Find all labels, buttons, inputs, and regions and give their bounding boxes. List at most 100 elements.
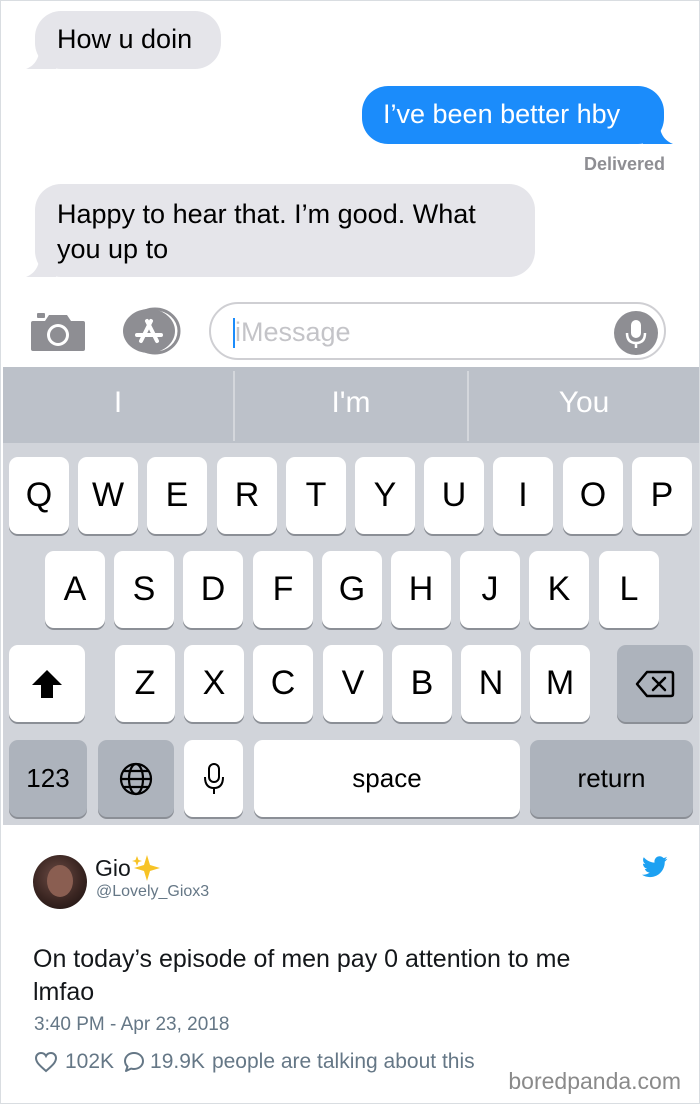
incoming-message: How u doin [26,11,221,69]
user-display-name[interactable]: Gio [95,855,131,882]
key-a[interactable]: A [45,551,105,628]
tweet-stats: 102K 19.9K people are talking about this [34,1047,475,1077]
key-label: C [270,664,296,702]
key-label: V [341,664,365,702]
shift-key[interactable] [9,645,85,722]
suggestion-item[interactable]: You [469,367,699,443]
suggestion-item[interactable]: I'm [235,367,467,443]
like-count: 102K [65,1050,115,1073]
key-label: E [165,476,189,514]
tweet-text-line: lmfao [33,978,95,1006]
key-label: return [577,763,646,793]
comment-icon[interactable] [123,1051,145,1073]
key-s[interactable]: S [114,551,174,628]
key-label: N [478,664,504,702]
space-key[interactable]: space [254,740,520,817]
tweet-text: On today’s episode of men pay 0 attentio… [33,943,673,1009]
key-v[interactable]: V [323,645,383,722]
globe-icon [119,762,153,795]
message-text: I’ve been better hby [383,99,621,129]
globe-key[interactable] [98,740,174,817]
key-label: S [132,570,156,608]
key-label: P [650,476,674,514]
key-b[interactable]: B [392,645,452,722]
key-r[interactable]: R [217,457,277,534]
key-x[interactable]: X [184,645,244,722]
key-label: D [200,570,226,608]
key-label: G [338,570,366,608]
key-label: U [441,476,467,514]
suggestion-bar: I I'm You [3,367,699,443]
key-d[interactable]: D [183,551,243,628]
sparkle-icon [132,855,160,881]
user-handle[interactable]: @Lovely_Giox3 [96,883,209,901]
key-label: X [202,664,226,702]
screenshot-root: How u doin I’ve been better hby Delivere… [0,0,700,1104]
delivery-status: Delivered [583,154,665,174]
avatar[interactable] [33,855,87,909]
watermark: boredpanda.com [506,1068,683,1095]
message-text: How u doin [57,24,193,54]
key-label: Q [25,476,53,514]
key-u[interactable]: U [424,457,484,534]
bubble-tail [26,43,56,69]
key-o[interactable]: O [563,457,623,534]
key-c[interactable]: C [253,645,313,722]
dictation-icon [203,762,224,794]
key-label: I [518,476,528,514]
key-label: W [91,476,125,514]
key-k[interactable]: K [529,551,589,628]
key-n[interactable]: N [461,645,521,722]
key-label: J [481,570,499,608]
return-key[interactable]: return [530,740,693,817]
bubble-tail [26,251,56,277]
comment-count: 19.9K [150,1050,205,1073]
key-q[interactable]: Q [9,457,69,534]
key-label: L [619,570,639,608]
key-label: T [305,476,327,514]
key-y[interactable]: Y [355,457,415,534]
twitter-bird-icon[interactable] [642,856,668,878]
key-label: M [545,664,575,702]
microphone-icon[interactable] [614,311,658,355]
heart-icon[interactable] [34,1051,58,1073]
keyboard: I I'm You 123 space return Q W E R T Y U… [3,367,699,825]
tweet-timestamp[interactable]: 3:40 PM - Apr 23, 2018 [34,1014,229,1036]
key-label: A [63,570,87,608]
outgoing-message: I’ve been better hby [362,86,673,144]
key-p[interactable]: P [632,457,692,534]
key-t[interactable]: T [286,457,346,534]
backspace-icon [635,670,675,697]
key-h[interactable]: H [391,551,451,628]
key-w[interactable]: W [78,457,138,534]
key-label: Z [134,664,156,702]
key-label: 123 [26,763,70,793]
imessage-input[interactable]: iMessage [209,302,666,360]
key-e[interactable]: E [147,457,207,534]
dictation-key[interactable] [184,740,243,817]
key-label: O [579,476,607,514]
tweet-text-line: On today’s episode of men pay 0 attentio… [33,945,571,973]
suggestion-item[interactable]: I [3,367,233,443]
incoming-message: Happy to hear that. I’m good. What you u… [26,184,535,277]
bubble-tail [643,118,673,144]
key-f[interactable]: F [253,551,313,628]
app-store-icon[interactable] [119,307,181,355]
key-i[interactable]: I [493,457,553,534]
key-z[interactable]: Z [115,645,175,722]
key-m[interactable]: M [530,645,590,722]
key-label: R [234,476,260,514]
talking-text: people are talking about this [211,1050,475,1073]
message-text-line: you up to [57,234,169,264]
numbers-key[interactable]: 123 [9,740,87,817]
key-l[interactable]: L [599,551,659,628]
key-label: Y [373,476,397,514]
key-label: H [408,570,434,608]
backspace-key[interactable] [617,645,693,722]
shift-icon [32,669,62,698]
key-label: K [547,570,571,608]
message-thread: How u doin I’ve been better hby Delivere… [1,1,699,366]
key-j[interactable]: J [460,551,520,628]
camera-icon[interactable] [29,311,87,353]
key-g[interactable]: G [322,551,382,628]
